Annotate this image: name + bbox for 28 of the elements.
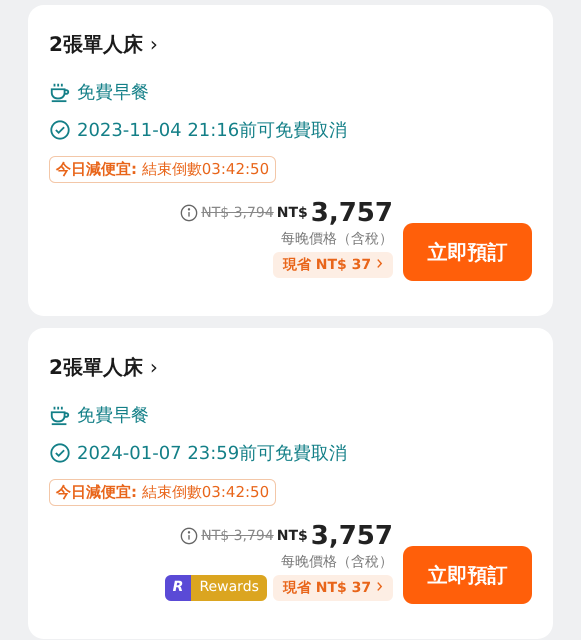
info-icon[interactable] <box>180 527 198 545</box>
price-text: 3,757 <box>310 198 393 228</box>
savings-link[interactable]: 現省 NT$ 37 <box>272 575 393 601</box>
chevron-right-icon <box>376 581 383 592</box>
currency-label: NT$ <box>276 205 308 221</box>
price-text: 3,757 <box>310 521 393 551</box>
price-note: 每晚價格（含稅） <box>281 230 393 248</box>
check-circle-icon <box>49 119 71 141</box>
cancellation-text: 2023-11-04 21:16前可免費取消 <box>77 119 348 142</box>
cup-icon <box>49 81 71 103</box>
price-note: 每晚價格（含稅） <box>281 553 393 571</box>
room-title[interactable]: 2張單人床 › <box>49 354 532 381</box>
cup-icon <box>49 404 71 426</box>
deal-badge: 今日減便宜: 結束倒數03:42:50 <box>49 156 276 183</box>
breakfast-text: 免費早餐 <box>77 81 149 104</box>
info-icon[interactable] <box>180 204 198 222</box>
deal-badge: 今日減便宜: 結束倒數03:42:50 <box>49 479 276 506</box>
cancellation-text: 2024-01-07 23:59前可免費取消 <box>77 442 348 465</box>
book-now-button[interactable]: 立即預訂 <box>403 223 532 281</box>
savings-link[interactable]: 現省 NT$ 37 <box>272 252 393 278</box>
currency-label: NT$ <box>276 528 308 544</box>
chevron-right-icon <box>376 258 383 269</box>
original-price: NT$ 3,794 <box>201 528 274 544</box>
original-price: NT$ 3,794 <box>201 205 274 221</box>
room-title[interactable]: 2張單人床 › <box>49 31 532 58</box>
breakfast-text: 免費早餐 <box>77 404 149 427</box>
check-circle-icon <box>49 442 71 464</box>
book-now-button[interactable]: 立即預訂 <box>403 546 532 604</box>
